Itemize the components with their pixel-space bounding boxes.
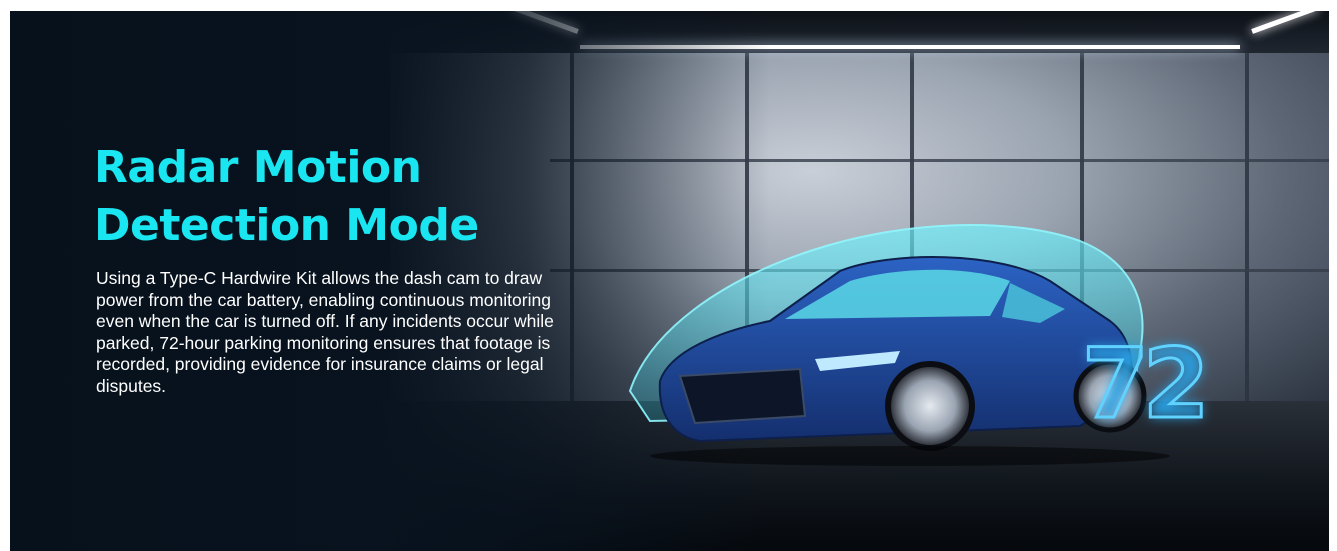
title-line: Radar Motion (94, 142, 422, 193)
page-title: Radar Motion Detection Mode (94, 139, 554, 255)
description-text: Using a Type-C Hardwire Kit allows the d… (96, 268, 554, 396)
banner: Radar Motion Detection Mode Using a Type… (10, 11, 1329, 551)
72-hour-badge: 72 (1081, 328, 1212, 441)
car-wheel (885, 361, 975, 451)
car-shadow (650, 446, 1170, 466)
wall-panel-divider (1245, 51, 1249, 411)
car-grille (678, 367, 807, 425)
title-line: Detection Mode (94, 200, 479, 251)
